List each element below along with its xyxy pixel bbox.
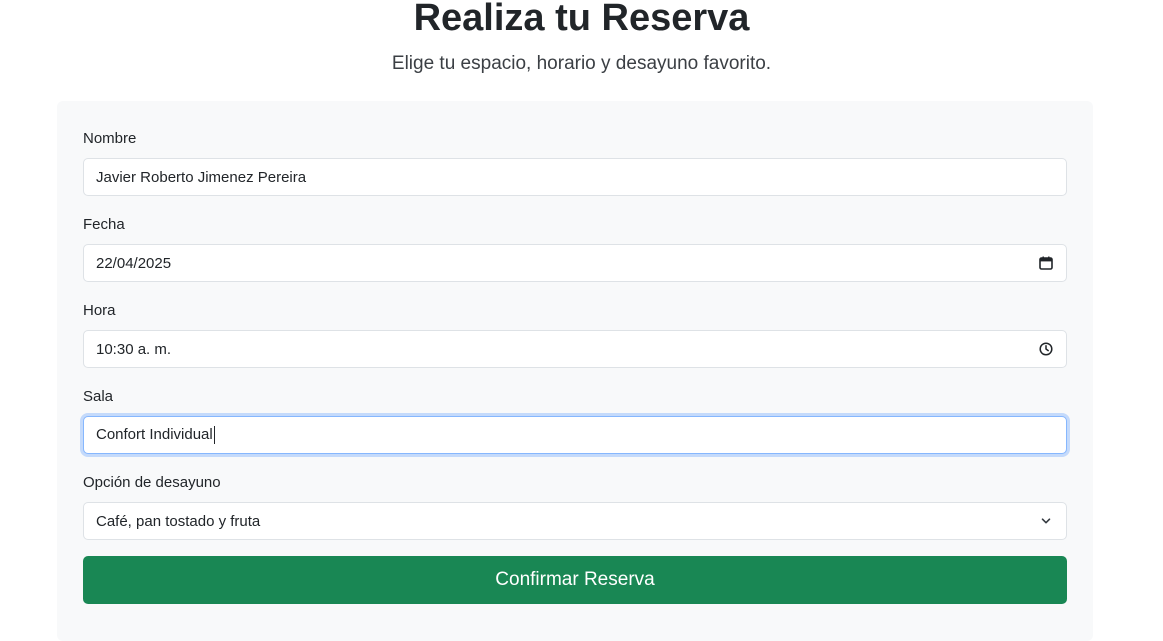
confirm-reservation-button[interactable]: Confirmar Reserva [83, 556, 1067, 604]
date-label: Fecha [83, 216, 125, 233]
time-label: Hora [83, 302, 116, 319]
page-subtitle: Elige tu espacio, horario y desayuno fav… [391, 53, 772, 74]
text-cursor [213, 426, 215, 445]
clock-icon[interactable] [1038, 341, 1054, 357]
breakfast-label: Opción de desayuno [83, 474, 221, 491]
name-label: Nombre [83, 130, 137, 147]
name-value: Javier Roberto Jimenez Pereira [96, 168, 307, 186]
chevron-down-icon [1038, 513, 1054, 529]
reservation-form: Nombre Javier Roberto Jimenez Pereira Fe… [57, 101, 1093, 641]
name-field[interactable]: Javier Roberto Jimenez Pereira [83, 158, 1067, 196]
breakfast-value: Café, pan tostado y fruta [96, 512, 261, 530]
breakfast-select[interactable]: Café, pan tostado y fruta [83, 502, 1067, 540]
time-value: 10:30 a. m. [96, 340, 172, 358]
room-value: Confort Individual [96, 425, 215, 445]
room-label: Sala [83, 388, 114, 405]
time-field[interactable]: 10:30 a. m. [83, 330, 1067, 368]
date-value: 22/04/2025 [96, 254, 172, 272]
calendar-icon[interactable] [1038, 255, 1054, 271]
date-field[interactable]: 22/04/2025 [83, 244, 1067, 282]
room-field[interactable]: Confort Individual [83, 416, 1067, 454]
page-title: Realiza tu Reserva [413, 0, 750, 39]
